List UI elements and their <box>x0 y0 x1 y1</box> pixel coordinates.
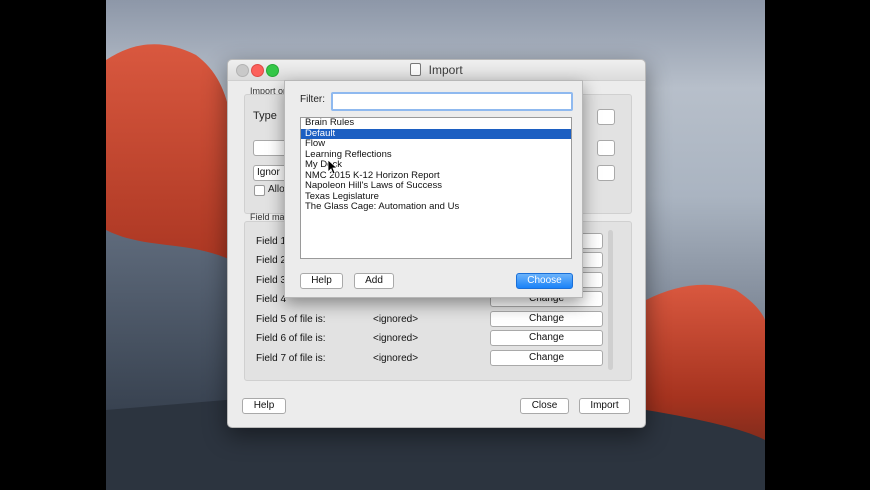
field-value: <ignored> <box>373 333 419 344</box>
add-button[interactable]: Add <box>354 273 394 289</box>
choose-button[interactable]: Choose <box>516 273 573 289</box>
change-button-6[interactable]: Change <box>490 330 603 346</box>
type-label: Type <box>253 110 277 122</box>
filter-label: Filter: <box>300 94 325 105</box>
field-value: <ignored> <box>373 314 419 325</box>
deck-list[interactable]: Brain Rules Default Flow Learning Reflectio… <box>300 117 572 259</box>
help-button[interactable]: Help <box>300 273 343 289</box>
deck-list-item[interactable]: Napoleon Hill's Laws of Success <box>301 180 571 192</box>
change-button-5[interactable]: Change <box>490 311 603 327</box>
close-button[interactable]: Close <box>520 398 569 414</box>
field-label: Field 6 of file is: <box>256 333 326 344</box>
deck-list-item[interactable]: Brain Rules <box>301 118 571 129</box>
field-row-6: Field 6 of file is: <ignored> Change <box>256 330 616 348</box>
field-mapping-scrollbar[interactable] <box>608 230 613 370</box>
field-label: Field 2 <box>256 255 287 266</box>
field-label: Field 3 <box>256 275 287 286</box>
field-row-5: Field 5 of file is: <ignored> Change <box>256 311 616 329</box>
change-button-7[interactable]: Change <box>490 350 603 366</box>
field-row-7: Field 7 of file is: <ignored> Change <box>256 350 616 368</box>
field-label: Field 7 of file is: <box>256 353 326 364</box>
source-popup-button[interactable] <box>597 140 615 156</box>
field-label: Field 5 of file is: <box>256 314 326 325</box>
window-title: Import <box>428 63 463 77</box>
allow-checkbox[interactable] <box>254 185 265 196</box>
mouse-pointer-icon <box>328 160 338 175</box>
deck-list-item[interactable]: The Glass Cage: Automation and Us <box>301 201 571 213</box>
title-bar[interactable]: Import <box>228 60 645 81</box>
field-label: Field 4 <box>256 294 287 305</box>
help-button[interactable]: Help <box>242 398 286 414</box>
filter-input[interactable] <box>331 92 573 111</box>
select-deck-sheet: Filter: Brain Rules Default Flow Learning R… <box>284 80 583 298</box>
stepper-button[interactable] <box>597 165 615 181</box>
import-button[interactable]: Import <box>579 398 630 414</box>
deck-list-item[interactable]: My Deck <box>301 159 571 171</box>
allow-label: Allo <box>268 184 285 195</box>
type-popup-button[interactable] <box>597 109 615 125</box>
deck-list-item[interactable]: Flow <box>301 138 571 150</box>
field-label: Field 1 <box>256 236 287 247</box>
deck-list-item[interactable]: Default <box>301 128 571 139</box>
field-value: <ignored> <box>373 353 419 364</box>
document-icon <box>410 63 422 76</box>
